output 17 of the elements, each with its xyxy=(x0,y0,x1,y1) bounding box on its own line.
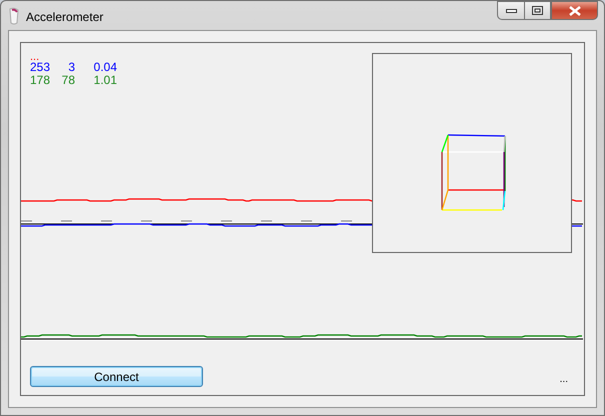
reading-value: 78 xyxy=(60,74,75,87)
connect-button[interactable]: Connect xyxy=(30,366,203,387)
minimize-icon xyxy=(506,8,516,12)
reading-value: 1.01 xyxy=(92,74,117,87)
status-text: ... xyxy=(560,373,568,387)
maximize-icon xyxy=(532,6,543,15)
minimize-button[interactable] xyxy=(497,1,524,20)
maximize-button[interactable] xyxy=(524,1,551,20)
reading-value: 0.04 xyxy=(92,61,117,74)
close-button[interactable] xyxy=(551,1,598,20)
window-title: Accelerometer xyxy=(26,9,104,26)
reading-value: 3 xyxy=(67,61,75,74)
status-text: ... xyxy=(30,53,40,61)
reading-value: 253 xyxy=(30,61,52,74)
reading-value: 178 xyxy=(30,74,52,87)
close-icon xyxy=(568,6,580,16)
app-icon xyxy=(7,7,21,25)
